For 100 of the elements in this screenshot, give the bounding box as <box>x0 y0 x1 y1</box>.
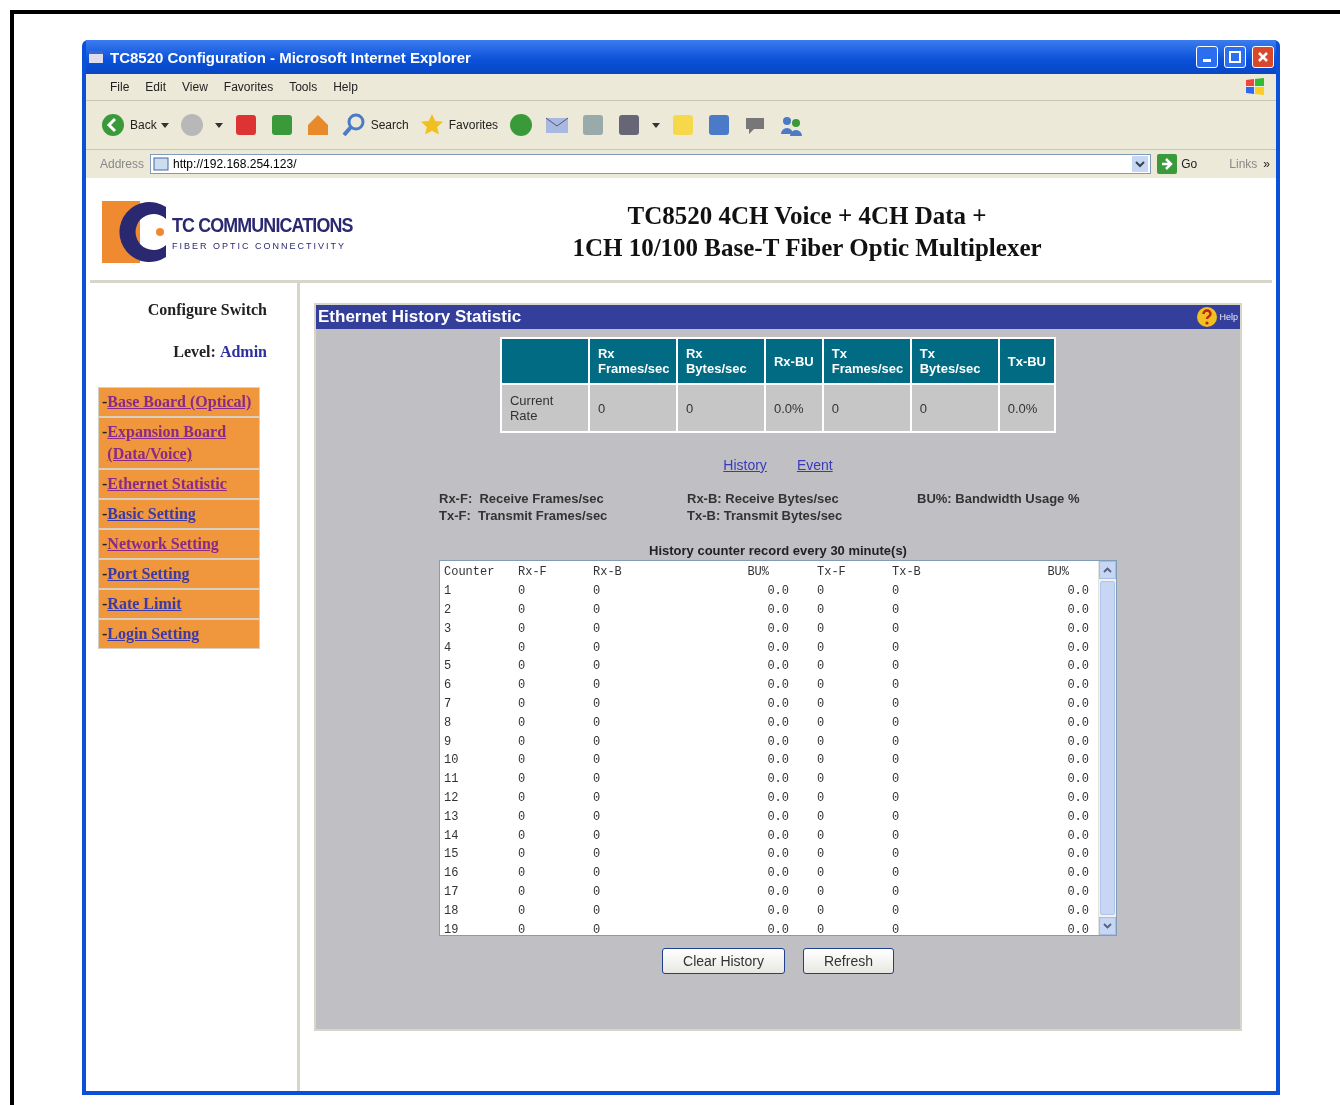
list-cell-text: 0.0 <box>1066 715 1089 730</box>
list-cell-text: 0.0 <box>1066 884 1089 899</box>
action-button[interactable]: Refresh <box>802 948 894 974</box>
address-value: http://192.168.254.123/ <box>173 157 298 171</box>
nav-link[interactable]: Login Setting <box>107 623 200 645</box>
list-cell-text: 0.0 <box>1066 678 1089 693</box>
minimize-button[interactable] <box>1196 46 1218 68</box>
action-button[interactable]: Clear History <box>662 948 785 974</box>
list-cell-text: 0 <box>518 847 527 862</box>
list-cell-text: 0 <box>816 903 826 918</box>
table-header-cell: Rx Bytes/sec <box>678 339 764 383</box>
nav-link[interactable]: Rate Limit <box>107 593 182 615</box>
page-link[interactable]: History <box>723 457 767 473</box>
list-cell-text: 0 <box>892 772 901 787</box>
list-cell-text: 0 <box>593 922 602 937</box>
menu-item[interactable]: View <box>182 80 208 94</box>
list-cell-text: 0.0 <box>766 696 789 711</box>
table-cell: 0.0% <box>766 385 822 431</box>
list-cell-text: 0 <box>892 603 901 617</box>
list-cell-text: 0 <box>816 678 826 693</box>
list-cell-text: 0.0 <box>766 772 789 787</box>
scroll-thumb[interactable] <box>1100 581 1115 915</box>
scroll-down-button[interactable] <box>1099 917 1116 935</box>
list-cell-text: 0 <box>816 715 826 730</box>
scroll-up-button[interactable] <box>1099 561 1116 579</box>
nav-link[interactable]: Basic Setting <box>107 503 196 525</box>
column-header: Tx-F <box>816 565 847 580</box>
list-cell-text: 0.0 <box>1066 922 1089 937</box>
list-cell-text: 0.0 <box>766 640 789 655</box>
list-cell-text: 0 <box>892 884 901 899</box>
nav-dash: - <box>102 594 108 614</box>
list-cell-text: 0 <box>593 603 602 617</box>
list-cell-text: 0 <box>518 696 527 711</box>
list-cell-text: 0 <box>518 922 527 937</box>
list-cell-text: 0.0 <box>766 790 789 805</box>
favorites-button[interactable]: Favorites <box>418 112 499 138</box>
address-field[interactable]: http://192.168.254.123/ <box>150 154 1152 174</box>
list-cell-text: 0 <box>518 640 527 655</box>
history-caption: History counter record every 30 minute(s) <box>649 543 907 558</box>
nav-link[interactable]: Port Setting <box>107 563 190 585</box>
table-cell: 0 <box>823 385 910 431</box>
more-links[interactable]: » <box>1263 157 1270 171</box>
list-cell-text: 0 <box>593 809 602 824</box>
list-cell-text: 0 <box>892 790 901 805</box>
list-cell-text: 0 <box>892 640 901 655</box>
list-cell-text: 0.0 <box>1066 603 1089 617</box>
list-cell-text: 0 <box>816 696 826 711</box>
help-button[interactable]: Help <box>1196 306 1238 328</box>
list-cell-text: 0.0 <box>1066 753 1089 768</box>
list-cell-text: 0 <box>816 772 826 787</box>
list-cell-text: 0 <box>892 866 901 881</box>
caret-icon <box>160 122 169 128</box>
list-cell-text: 9 <box>444 734 453 749</box>
list-cell-text: 0 <box>816 922 826 937</box>
menu-item[interactable]: Help <box>333 80 358 94</box>
list-cell-text: 0 <box>816 584 826 599</box>
list-cell-text: 0 <box>816 753 826 768</box>
page-icon <box>153 157 170 171</box>
dropdown-button[interactable] <box>1132 156 1149 172</box>
list-cell-text: 0 <box>518 715 527 730</box>
page-link[interactable]: Event <box>796 457 833 473</box>
go-button[interactable]: Go <box>1157 154 1198 174</box>
table-cell: 0 <box>911 385 998 431</box>
nav-dash: - <box>102 392 108 412</box>
list-cell-text: 0 <box>892 922 901 937</box>
list-cell-text: 0.0 <box>1066 847 1089 862</box>
menu-item[interactable]: Tools <box>289 80 318 94</box>
list-cell-text: 15 <box>444 847 460 862</box>
column-header: Rx-F <box>518 565 548 580</box>
list-cell-text: 0.0 <box>766 866 789 881</box>
table-header-cell: Tx Frames/sec <box>823 339 910 383</box>
list-cell-text: 0 <box>593 640 602 655</box>
list-cell-text: 0 <box>593 678 602 693</box>
list-cell-text: 0.0 <box>766 847 789 862</box>
logo-name: TC COMMUNICATIONS <box>172 213 353 237</box>
list-cell-text: 6 <box>444 678 453 693</box>
minimize-icon <box>1203 59 1211 62</box>
list-cell-text: 0 <box>593 715 602 730</box>
list-cell-text: 0.0 <box>1066 621 1089 636</box>
legend-text: Rx-B: Receive Bytes/sec <box>687 491 840 506</box>
app-icon <box>88 49 104 65</box>
menu-item[interactable]: File <box>110 80 130 94</box>
list-cell-text: 0 <box>816 847 826 862</box>
list-cell-text: 0 <box>892 584 901 599</box>
maximize-button[interactable] <box>1224 46 1246 68</box>
logo-tagline: FIBER OPTIC CONNECTIVITY <box>172 241 347 251</box>
menu-item[interactable]: Edit <box>145 80 167 94</box>
list-cell-text: 19 <box>444 922 460 937</box>
list-cell-text: 0 <box>518 603 527 617</box>
list-cell-text: 0.0 <box>1066 659 1089 674</box>
search-button[interactable]: Search <box>340 112 409 138</box>
menu-item[interactable]: Favorites <box>223 80 274 94</box>
list-cell-text: 0 <box>518 753 527 768</box>
list-cell-text: 0 <box>892 696 901 711</box>
windows-flag-icon <box>1244 77 1266 97</box>
list-cell-text: 0.0 <box>1066 903 1089 918</box>
list-cell-text: 0.0 <box>766 828 789 843</box>
nav-dash: - <box>102 422 108 440</box>
back-button[interactable]: Back <box>100 112 169 138</box>
close-button[interactable] <box>1252 46 1274 68</box>
